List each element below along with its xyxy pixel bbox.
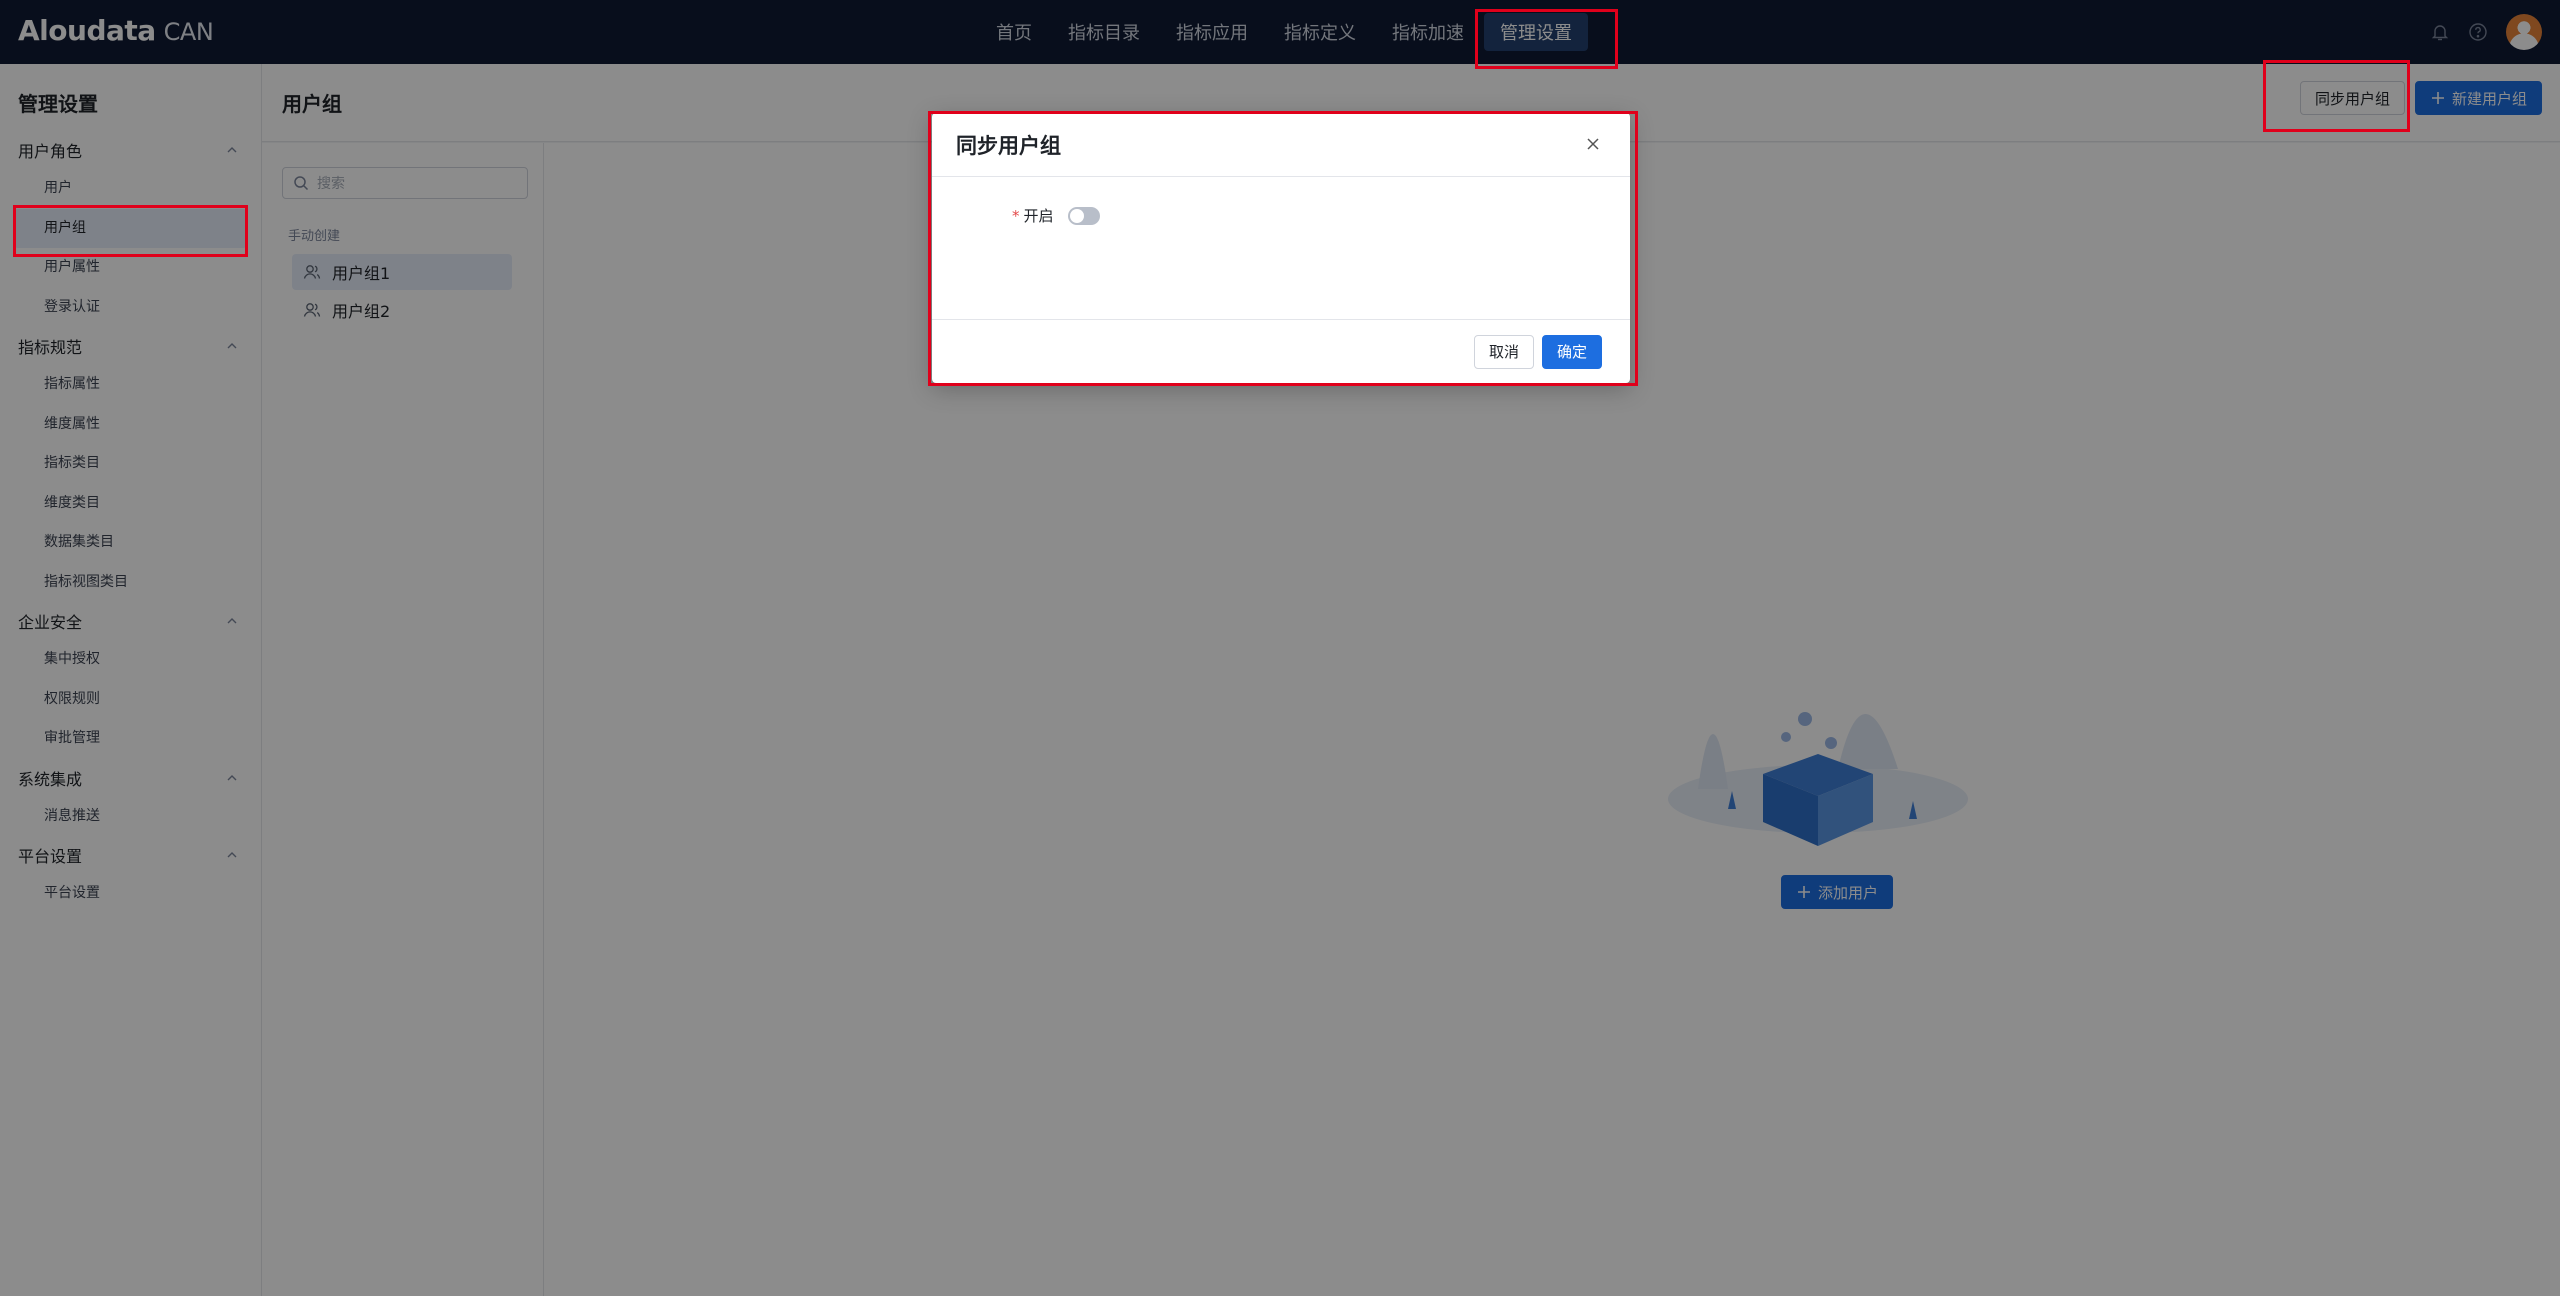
annotation-box-sidebar-item [13, 205, 248, 257]
annotation-box-nav [1475, 9, 1618, 69]
annotation-box-sync-button [2263, 60, 2410, 132]
annotation-box-modal [928, 111, 1638, 386]
